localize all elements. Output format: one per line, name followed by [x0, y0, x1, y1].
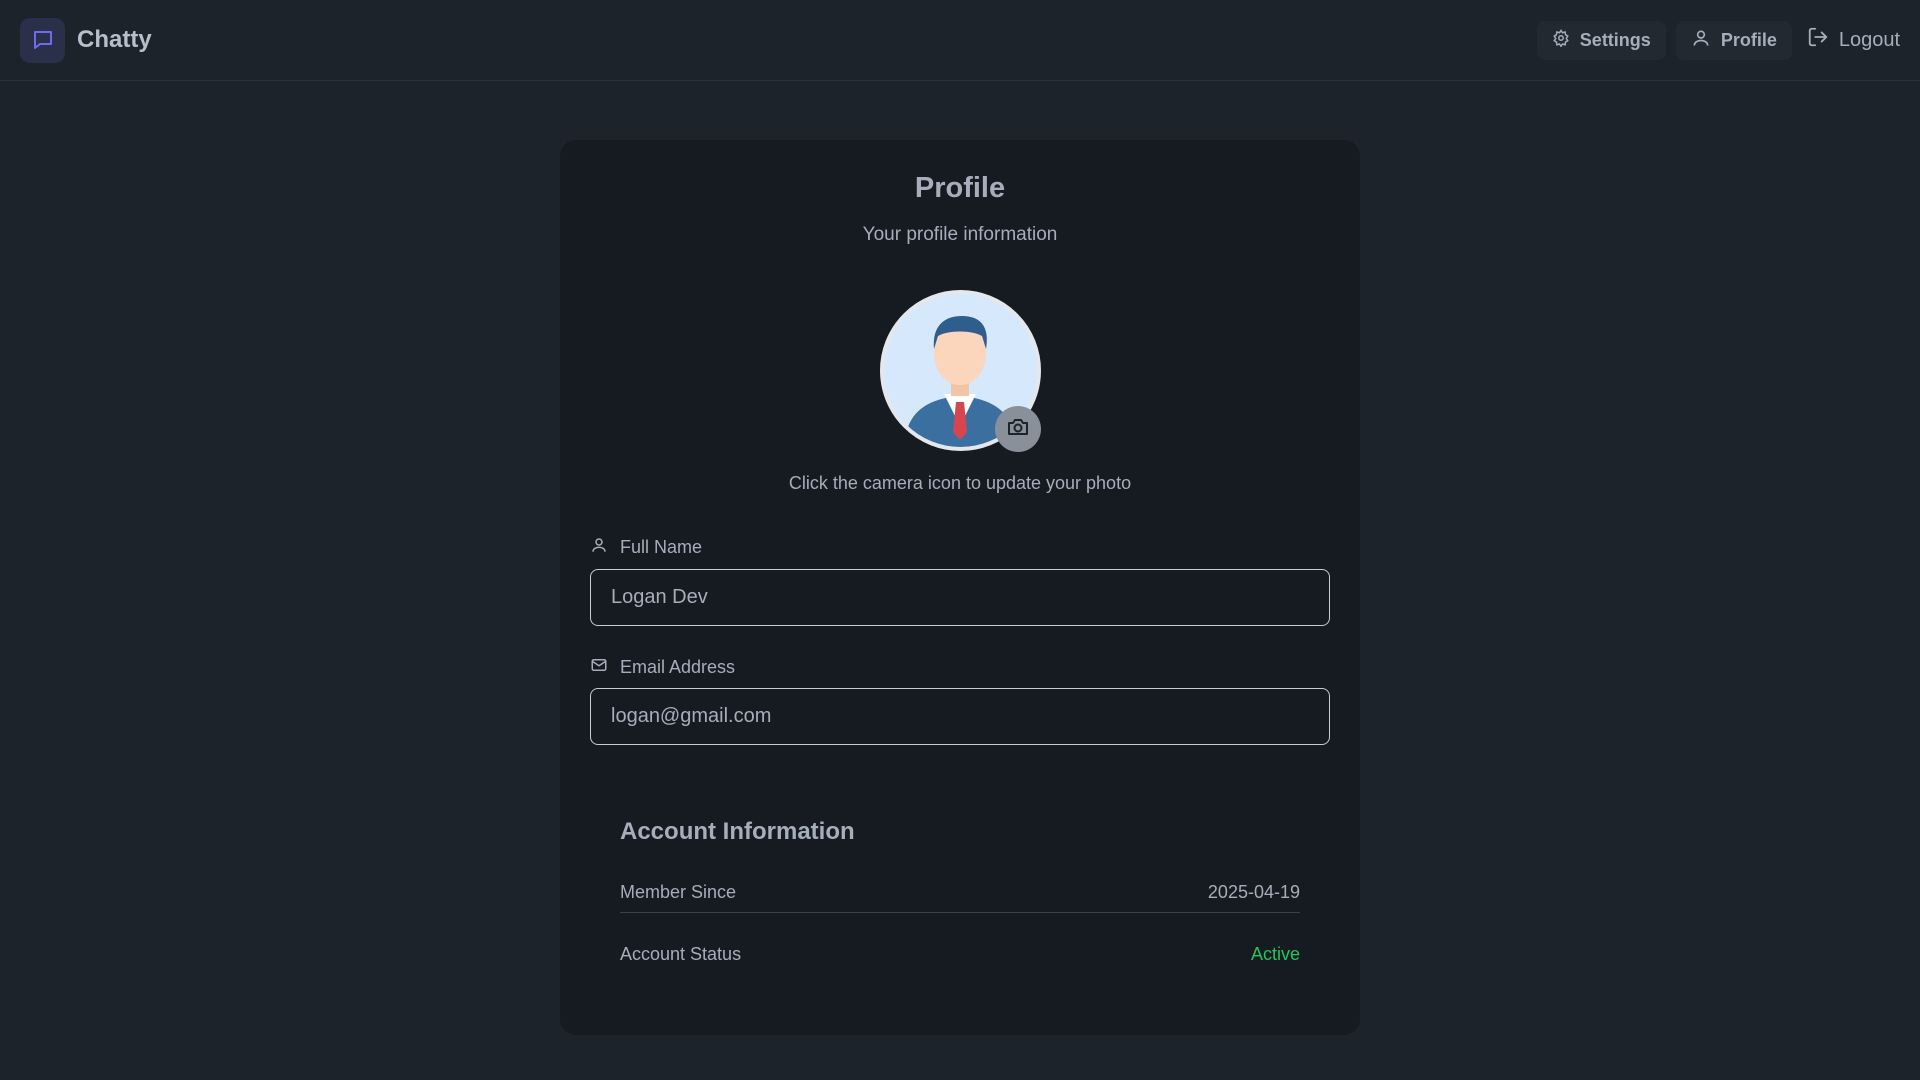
account-status-label: Account Status	[620, 943, 742, 964]
brand-link[interactable]: Chatty	[20, 17, 152, 63]
full-name-label-text: Full Name	[620, 537, 703, 557]
gear-icon	[1552, 28, 1570, 52]
email-label-text: Email Address	[620, 657, 736, 677]
avatar-hint: Click the camera icon to update your pho…	[788, 473, 1132, 493]
page-title: Profile	[914, 172, 1006, 204]
settings-label: Settings	[1579, 29, 1651, 50]
member-since-value: 2025-04-19	[1207, 882, 1300, 902]
mail-icon	[590, 656, 608, 679]
member-since-row: Member Since 2025-04-19	[620, 873, 1300, 913]
nav-actions: Settings Profile Logout	[1536, 20, 1900, 60]
logout-label: Logout	[1838, 28, 1900, 51]
settings-button[interactable]: Settings	[1536, 20, 1666, 60]
account-info-heading: Account Information	[620, 818, 855, 845]
full-name-label: Full Name	[590, 536, 702, 559]
email-label: Email Address	[590, 656, 735, 679]
profile-label: Profile	[1720, 29, 1777, 50]
email-field[interactable]: logan@gmail.com	[590, 688, 1330, 745]
full-name-field[interactable]: Logan Dev	[590, 569, 1330, 626]
page-subtitle: Your profile information	[862, 224, 1058, 245]
profile-button[interactable]: Profile	[1675, 20, 1792, 60]
camera-button[interactable]	[995, 406, 1041, 452]
user-icon	[590, 536, 608, 559]
avatar-container	[880, 290, 1041, 452]
app-name: Chatty	[77, 26, 152, 53]
camera-icon	[1006, 415, 1030, 444]
status-badge: Active	[1250, 943, 1300, 964]
user-icon	[1691, 28, 1711, 53]
chat-bubble-icon	[20, 17, 65, 63]
logout-button[interactable]: Logout	[1802, 21, 1900, 60]
logout-icon	[1807, 26, 1829, 54]
account-status-row: Account Status Active	[620, 934, 1300, 974]
navbar: Chatty Settings Profile Logout	[0, 0, 1920, 81]
member-since-label: Member Since	[620, 882, 737, 902]
